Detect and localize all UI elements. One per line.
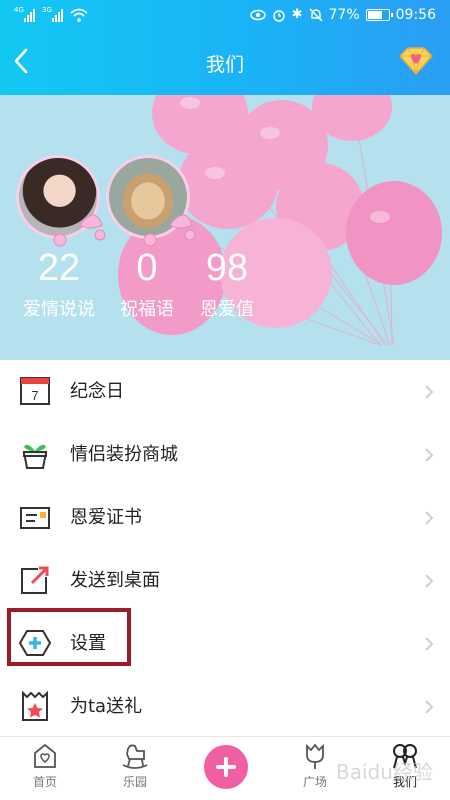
- menu-item-label: 情侣装扮商城: [70, 444, 178, 465]
- bluetooth-icon: ✱: [291, 7, 303, 22]
- calendar-icon: 7: [20, 377, 50, 405]
- couple-icon: [393, 744, 417, 769]
- stat-label: 恩爱值: [200, 299, 254, 320]
- stat-value: 0: [136, 247, 158, 289]
- chevron-right-icon: [425, 637, 434, 651]
- rocking-horse-icon: [122, 744, 148, 769]
- stat-blessings[interactable]: 0 祝福语: [102, 245, 192, 323]
- tulip-icon: [306, 743, 324, 769]
- menu-list: 7 纪念日 情侣装扮商城 恩爱证书 发送到桌面 设置 为ta送礼: [0, 360, 450, 738]
- tab-square[interactable]: 广场: [280, 741, 350, 790]
- settings-hexagon-icon: [18, 630, 52, 656]
- battery-icon: [365, 9, 393, 21]
- signal-icon-1: 4G: [14, 6, 36, 22]
- chevron-right-icon: [425, 385, 434, 399]
- menu-item-gift[interactable]: 为ta送礼: [0, 675, 450, 738]
- status-right: ✱ 77% 09:56: [249, 7, 436, 23]
- menu-item-label: 恩爱证书: [70, 507, 142, 528]
- stat-label: 祝福语: [120, 299, 174, 320]
- network-type-2: 3G: [42, 6, 52, 14]
- menu-item-label: 发送到桌面: [70, 570, 160, 591]
- top-bar: 4G 3G ✱ 77% 09:56 我们: [0, 0, 450, 95]
- nav-bar: 我们: [0, 32, 450, 95]
- eye-icon: [249, 9, 266, 21]
- clock: 09:56: [395, 7, 436, 23]
- stat-love-posts[interactable]: 22 爱情说说: [14, 245, 104, 323]
- menu-item-settings[interactable]: 设置: [0, 612, 450, 675]
- home-heart-icon: [34, 743, 56, 768]
- stat-value: 22: [37, 247, 81, 289]
- menu-item-send-to-desktop[interactable]: 发送到桌面: [0, 549, 450, 612]
- menu-item-couple-shop[interactable]: 情侣装扮商城: [0, 423, 450, 486]
- plant-pot-icon: [22, 444, 48, 469]
- network-type-1: 4G: [14, 6, 24, 14]
- gift-bag-icon: [22, 690, 48, 721]
- stat-label: 爱情说说: [23, 299, 95, 320]
- stat-love-points[interactable]: 98 恩爱值: [182, 245, 272, 323]
- menu-item-anniversary[interactable]: 7 纪念日: [0, 360, 450, 423]
- battery-percent: 77%: [328, 7, 360, 23]
- wifi-icon: [70, 8, 88, 22]
- page-title: 我们: [205, 54, 244, 76]
- chevron-right-icon: [425, 700, 434, 714]
- signal-icon-2: 3G: [42, 6, 64, 22]
- menu-item-label: 设置: [70, 633, 106, 654]
- send-to-desktop-icon: [21, 566, 49, 594]
- tab-paradise[interactable]: 乐园: [100, 741, 170, 790]
- vip-button[interactable]: [396, 44, 436, 78]
- chevron-right-icon: [425, 574, 434, 588]
- tab-label: 我们: [392, 775, 417, 789]
- stat-value: 98: [205, 247, 249, 289]
- tab-label: 乐园: [122, 775, 147, 789]
- status-bar: 4G 3G ✱ 77% 09:56: [0, 0, 450, 32]
- tab-home[interactable]: 首页: [10, 741, 80, 790]
- menu-item-label: 为ta送礼: [70, 696, 143, 717]
- calendar-day: 7: [31, 388, 38, 403]
- tab-us[interactable]: 我们: [370, 741, 440, 790]
- battery-level: [367, 11, 383, 19]
- chevron-right-icon: [425, 511, 434, 525]
- diamond-heart-icon: [398, 47, 434, 76]
- tab-bar: 首页 乐园 广场 我们: [0, 736, 450, 800]
- profile-banner: 22 爱情说说 0 祝福语 98 恩爱值: [0, 95, 450, 360]
- plus-button[interactable]: [204, 745, 248, 789]
- tab-label: 首页: [32, 775, 57, 789]
- signal-group: 4G 3G: [14, 6, 88, 22]
- menu-item-certificate[interactable]: 恩爱证书: [0, 486, 450, 549]
- alarm-icon: [272, 10, 285, 22]
- menu-item-label: 纪念日: [70, 381, 124, 402]
- mute-bell-icon: [309, 8, 323, 22]
- tab-label: 广场: [302, 775, 327, 789]
- certificate-icon: [20, 507, 50, 529]
- chevron-right-icon: [425, 448, 434, 462]
